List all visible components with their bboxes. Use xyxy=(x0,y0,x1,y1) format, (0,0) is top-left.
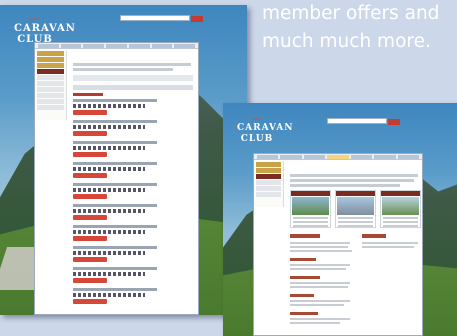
facility-icons xyxy=(73,251,145,255)
sidebar-nav xyxy=(35,50,67,120)
results-count-bar xyxy=(73,85,193,90)
sidebar-item[interactable] xyxy=(256,186,281,191)
subheading xyxy=(290,276,320,279)
subheading xyxy=(290,258,316,261)
sidebar-item[interactable] xyxy=(37,75,64,80)
nav-tab-active[interactable] xyxy=(327,155,349,159)
nav-tab[interactable] xyxy=(151,44,173,48)
site-search-input[interactable] xyxy=(327,118,387,124)
search-result xyxy=(73,204,193,225)
logo-line-1: CARAVAN xyxy=(237,123,294,133)
screenshot-insurance-finance: 〰 CARAVAN CLUB xyxy=(223,103,457,336)
caravan-club-logo[interactable]: 〰 CARAVAN CLUB xyxy=(14,14,76,45)
sidebar-item[interactable] xyxy=(37,99,64,104)
bird-icon: 〰 xyxy=(252,114,262,124)
subheading xyxy=(290,312,318,315)
product-card[interactable] xyxy=(380,190,421,228)
nav-tab[interactable] xyxy=(397,155,419,159)
nav-tab[interactable] xyxy=(38,44,59,48)
logo-line-1: CARAVAN xyxy=(14,23,76,34)
nav-tab[interactable] xyxy=(303,155,326,159)
nav-tab[interactable] xyxy=(174,44,196,48)
product-cards xyxy=(290,190,421,228)
main-nav-tabs xyxy=(254,154,422,160)
search-result xyxy=(73,246,193,267)
view-details-button[interactable] xyxy=(73,278,107,283)
promo-headline-line-1: member offers and xyxy=(262,3,440,24)
sidebar-item[interactable] xyxy=(37,81,64,86)
bird-icon: 〰 xyxy=(30,14,40,24)
facility-icons xyxy=(73,146,145,150)
view-details-button[interactable] xyxy=(73,173,107,178)
sidebar-item[interactable] xyxy=(256,168,281,173)
nav-tab[interactable] xyxy=(83,44,105,48)
search-result xyxy=(73,99,193,120)
sidebar-item[interactable] xyxy=(256,174,281,179)
sidebar-item[interactable] xyxy=(37,105,64,110)
sidebar-item[interactable] xyxy=(256,180,281,185)
product-card[interactable] xyxy=(335,190,376,228)
facility-icons xyxy=(73,188,145,192)
view-details-button[interactable] xyxy=(73,257,107,262)
sidebar-item[interactable] xyxy=(37,57,64,62)
view-details-button[interactable] xyxy=(73,299,107,304)
facility-icons xyxy=(73,209,145,213)
view-details-button[interactable] xyxy=(73,215,107,220)
nav-tab[interactable] xyxy=(128,44,150,48)
sidebar-item[interactable] xyxy=(37,93,64,98)
sidebar-item[interactable] xyxy=(37,87,64,92)
search-button[interactable] xyxy=(191,16,203,22)
search-result xyxy=(73,162,193,183)
search-button[interactable] xyxy=(388,119,400,125)
view-details-button[interactable] xyxy=(73,194,107,199)
facility-icons xyxy=(73,167,145,171)
card-image xyxy=(337,197,374,215)
promo-headline: member offers and much much more. xyxy=(262,0,452,56)
search-result xyxy=(73,141,193,162)
facility-icons xyxy=(73,104,145,108)
web-page xyxy=(34,42,199,315)
web-page xyxy=(253,153,423,336)
sidebar-item[interactable] xyxy=(37,63,64,68)
nav-tab[interactable] xyxy=(257,155,279,159)
caravan-club-logo[interactable]: 〰 CARAVAN CLUB xyxy=(237,114,294,145)
nav-tab[interactable] xyxy=(280,155,302,159)
sidebar-item[interactable] xyxy=(256,192,281,197)
promo-headline-line-2: much much more. xyxy=(262,31,431,52)
section-heading-left xyxy=(290,234,320,238)
facility-icons xyxy=(73,125,145,129)
search-result xyxy=(73,225,193,246)
sidebar-item[interactable] xyxy=(256,162,281,167)
search-result xyxy=(73,183,193,204)
sidebar-nav xyxy=(254,161,284,207)
result-filter-bar[interactable] xyxy=(73,75,193,81)
sidebar-item[interactable] xyxy=(37,51,64,56)
section-heading-right xyxy=(362,234,386,238)
results-section-heading xyxy=(73,93,103,96)
search-result xyxy=(73,267,193,288)
nav-tab[interactable] xyxy=(350,155,373,159)
nav-tab[interactable] xyxy=(374,155,396,159)
view-details-button[interactable] xyxy=(73,152,107,157)
view-details-button[interactable] xyxy=(73,236,107,241)
search-result xyxy=(73,120,193,141)
search-result xyxy=(73,288,193,309)
main-nav-tabs xyxy=(35,43,198,49)
logo-line-2: CLUB xyxy=(240,134,274,144)
product-card[interactable] xyxy=(290,190,331,228)
card-image xyxy=(382,197,419,215)
facility-icons xyxy=(73,230,145,234)
results-list xyxy=(73,99,193,314)
nav-tab[interactable] xyxy=(60,44,82,48)
sidebar-item[interactable] xyxy=(37,69,64,74)
facility-icons xyxy=(73,293,145,297)
view-details-button[interactable] xyxy=(73,110,107,115)
nav-tab[interactable] xyxy=(106,44,127,48)
screenshot-search-results: 〰 CARAVAN CLUB xyxy=(0,5,247,315)
card-image xyxy=(292,197,329,215)
subheading xyxy=(290,294,314,297)
site-search-input[interactable] xyxy=(120,15,190,21)
view-details-button[interactable] xyxy=(73,131,107,136)
facility-icons xyxy=(73,272,145,276)
